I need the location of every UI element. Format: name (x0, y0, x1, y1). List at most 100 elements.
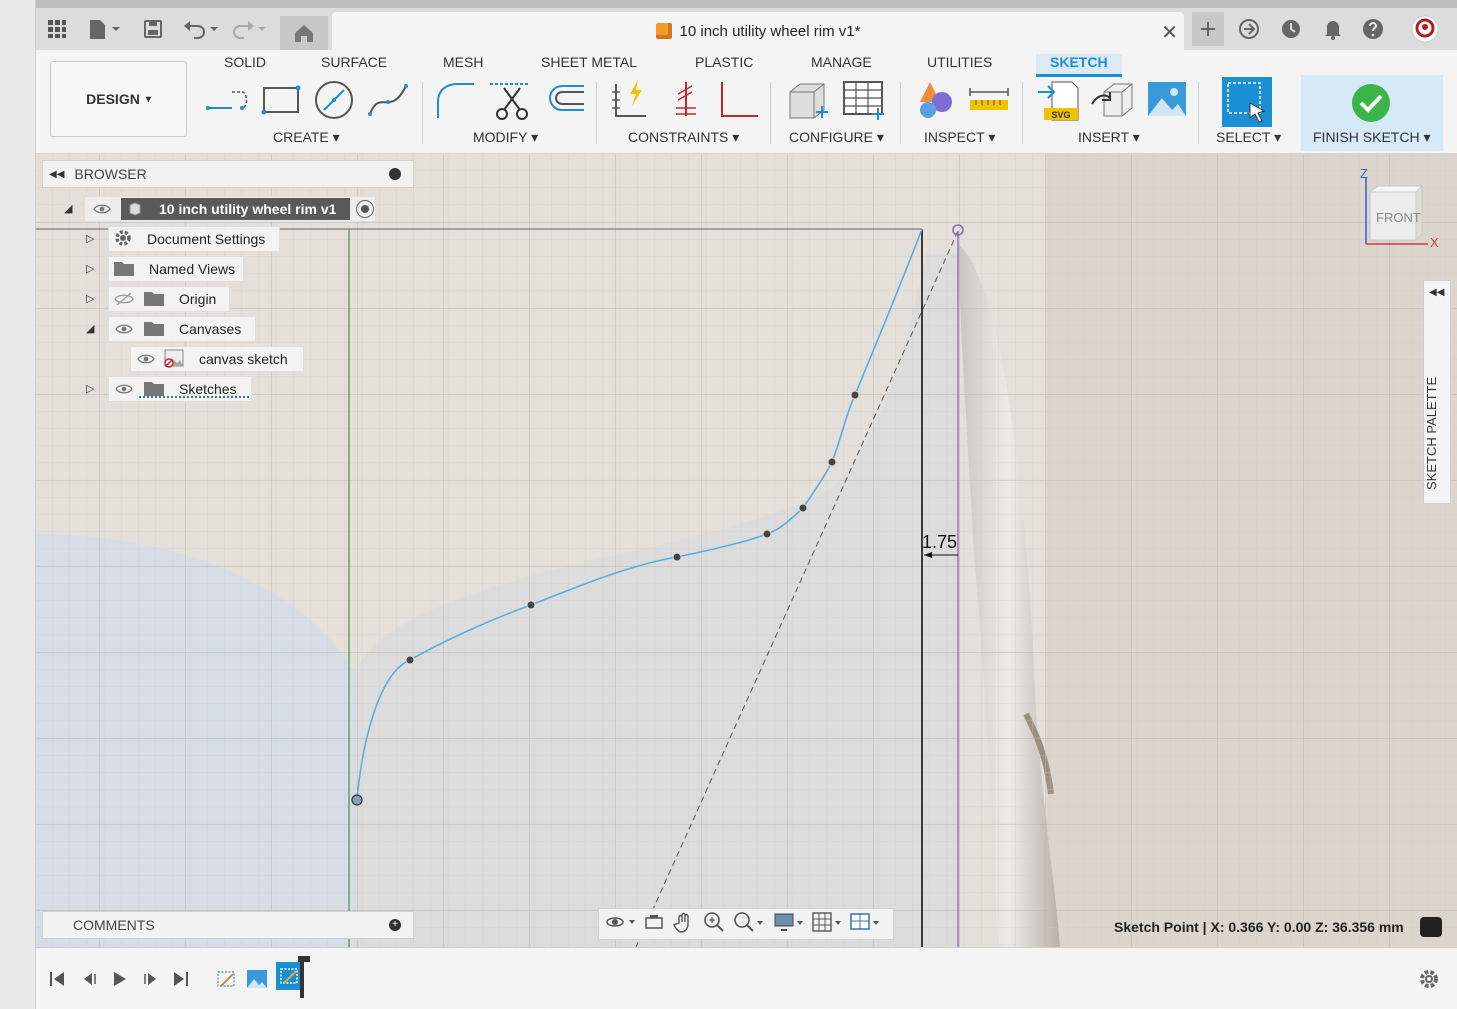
viewcube-face-label[interactable]: FRONT (1376, 210, 1421, 225)
group-configure[interactable]: CONFIGURE ▾ (789, 129, 884, 146)
add-comment-icon[interactable]: + (389, 919, 401, 931)
select-tool-icon[interactable] (1222, 77, 1272, 127)
eye-icon[interactable] (135, 352, 157, 366)
look-at-icon[interactable] (643, 912, 665, 937)
timeline-canvas-feature-icon[interactable] (246, 968, 268, 990)
tab-manage[interactable]: MANAGE (811, 54, 872, 70)
group-modify[interactable]: MODIFY ▾ (473, 129, 538, 146)
display-settings-icon[interactable] (773, 911, 807, 938)
group-select[interactable]: SELECT ▾ (1216, 129, 1281, 146)
orbit-icon[interactable] (605, 912, 637, 937)
expand-triangle-icon[interactable]: ▷ (86, 232, 94, 245)
document-tab[interactable]: 10 inch utility wheel rim v1* ✕ (332, 12, 1184, 50)
go-to-end-icon[interactable] (170, 968, 192, 990)
root-document-name: 10 inch utility wheel rim v1 (159, 201, 337, 217)
notifications-bell-icon[interactable] (1320, 14, 1346, 44)
group-constraints[interactable]: CONSTRAINTS ▾ (628, 129, 739, 146)
fillet-tool-icon[interactable] (434, 78, 480, 122)
tab-surface[interactable]: SURFACE (321, 54, 387, 70)
viewports-icon[interactable] (849, 911, 883, 938)
circle-tool-icon[interactable] (312, 78, 358, 122)
group-insert[interactable]: INSERT ▾ (1078, 129, 1140, 146)
new-tab-icon[interactable] (1192, 12, 1224, 46)
play-icon[interactable] (108, 968, 130, 990)
sketches-underline (139, 395, 249, 398)
offset-tool-icon[interactable] (542, 78, 588, 122)
tab-sheet-metal[interactable]: SHEET METAL (541, 54, 637, 70)
save-icon[interactable] (140, 14, 166, 44)
zoom-icon[interactable] (703, 911, 725, 938)
expand-triangle-icon[interactable]: ▷ (86, 292, 94, 305)
file-menu-icon[interactable] (84, 14, 124, 44)
insert-canvas-image-icon[interactable] (1144, 78, 1190, 122)
browser-item-label: Named Views (149, 261, 236, 277)
perpendicular-constraint-icon[interactable] (716, 78, 762, 122)
eye-icon[interactable] (113, 382, 135, 396)
timeline-settings-gear-icon[interactable] (1418, 968, 1440, 990)
spline-tool-icon[interactable] (366, 78, 412, 122)
browser-item-canvases[interactable]: Canvases (108, 316, 256, 342)
sketch-canvas-viewport[interactable]: 1.75 (36, 154, 1457, 947)
eye-icon[interactable] (113, 322, 135, 336)
activate-radio-icon[interactable] (356, 200, 375, 218)
step-back-icon[interactable] (78, 968, 100, 990)
browser-item-sketches[interactable]: Sketches (108, 376, 252, 402)
workspace-switcher-button[interactable]: DESIGN ▾ (50, 61, 187, 137)
collapse-panel-icon[interactable]: ◀◀ (49, 169, 64, 180)
parameters-box-icon[interactable] (786, 78, 832, 122)
job-status-icon[interactable] (1278, 14, 1304, 44)
configuration-table-icon[interactable] (840, 78, 886, 122)
home-icon[interactable] (280, 16, 328, 50)
go-to-start-icon[interactable] (46, 968, 68, 990)
browser-item-named-views[interactable]: Named Views (108, 256, 244, 282)
browser-item-canvas-sketch[interactable]: canvas sketch (130, 346, 304, 372)
finish-sketch-button[interactable]: FINISH SKETCH ▾ (1301, 75, 1443, 151)
eye-icon[interactable] (91, 202, 113, 216)
grid-settings-icon[interactable] (811, 911, 845, 938)
timeline-marker[interactable] (300, 958, 304, 998)
folder-icon (143, 289, 165, 310)
close-tab-icon[interactable]: ✕ (1161, 20, 1178, 45)
browser-root-row[interactable]: 10 inch utility wheel rim v1 (84, 196, 376, 222)
viewcube[interactable]: FRONT Z X (1358, 164, 1448, 254)
trim-scissors-icon[interactable] (488, 78, 534, 122)
tab-sketch[interactable]: SKETCH (1036, 54, 1122, 77)
marking-menu-icon[interactable] (1420, 917, 1442, 937)
zoom-window-icon[interactable] (733, 911, 767, 938)
interference-shapes-icon[interactable] (912, 78, 958, 122)
tab-mesh[interactable]: MESH (443, 54, 483, 70)
pan-hand-icon[interactable] (673, 911, 695, 938)
group-inspect[interactable]: INSPECT ▾ (924, 129, 995, 146)
expand-triangle-icon[interactable]: ▷ (86, 382, 94, 395)
dimension-label[interactable]: 1.75 (922, 532, 957, 553)
timeline-sketch-feature-icon[interactable] (216, 968, 238, 990)
pin-panel-icon[interactable] (389, 168, 401, 180)
insert-mesh-icon[interactable] (1090, 78, 1136, 122)
insert-svg-icon[interactable]: SVG (1036, 78, 1082, 122)
help-icon[interactable] (1360, 14, 1386, 44)
sketch-palette-label[interactable]: SKETCH PALETTE (1424, 290, 1439, 490)
collapse-triangle-icon[interactable]: ◢ (64, 202, 72, 215)
redo-icon[interactable] (230, 14, 270, 44)
browser-item-document-settings[interactable]: Document Settings (108, 226, 280, 252)
coincident-constraint-icon[interactable] (662, 78, 708, 122)
sketch-grid-canvas[interactable] (36, 154, 1457, 947)
expand-triangle-icon[interactable]: ▷ (86, 262, 94, 275)
auto-constrain-icon[interactable] (608, 78, 654, 122)
user-avatar-icon[interactable] (1410, 14, 1440, 44)
rectangle-tool-icon[interactable] (258, 78, 304, 122)
undo-icon[interactable] (182, 14, 222, 44)
group-create[interactable]: CREATE ▾ (273, 129, 340, 146)
line-tool-icon[interactable] (204, 78, 250, 122)
tab-utilities[interactable]: UTILITIES (927, 54, 992, 70)
extensions-icon[interactable] (1236, 14, 1262, 44)
eye-hidden-icon[interactable] (113, 292, 135, 306)
tab-plastic[interactable]: PLASTIC (695, 54, 753, 70)
apps-grid-icon[interactable] (44, 14, 70, 44)
collapse-triangle-icon[interactable]: ◢ (86, 322, 94, 335)
browser-item-origin[interactable]: Origin (108, 286, 230, 312)
tab-solid[interactable]: SOLID (224, 54, 266, 70)
measure-ruler-icon[interactable] (966, 78, 1012, 122)
step-forward-icon[interactable] (140, 968, 162, 990)
timeline-marker-handle[interactable] (298, 956, 310, 962)
